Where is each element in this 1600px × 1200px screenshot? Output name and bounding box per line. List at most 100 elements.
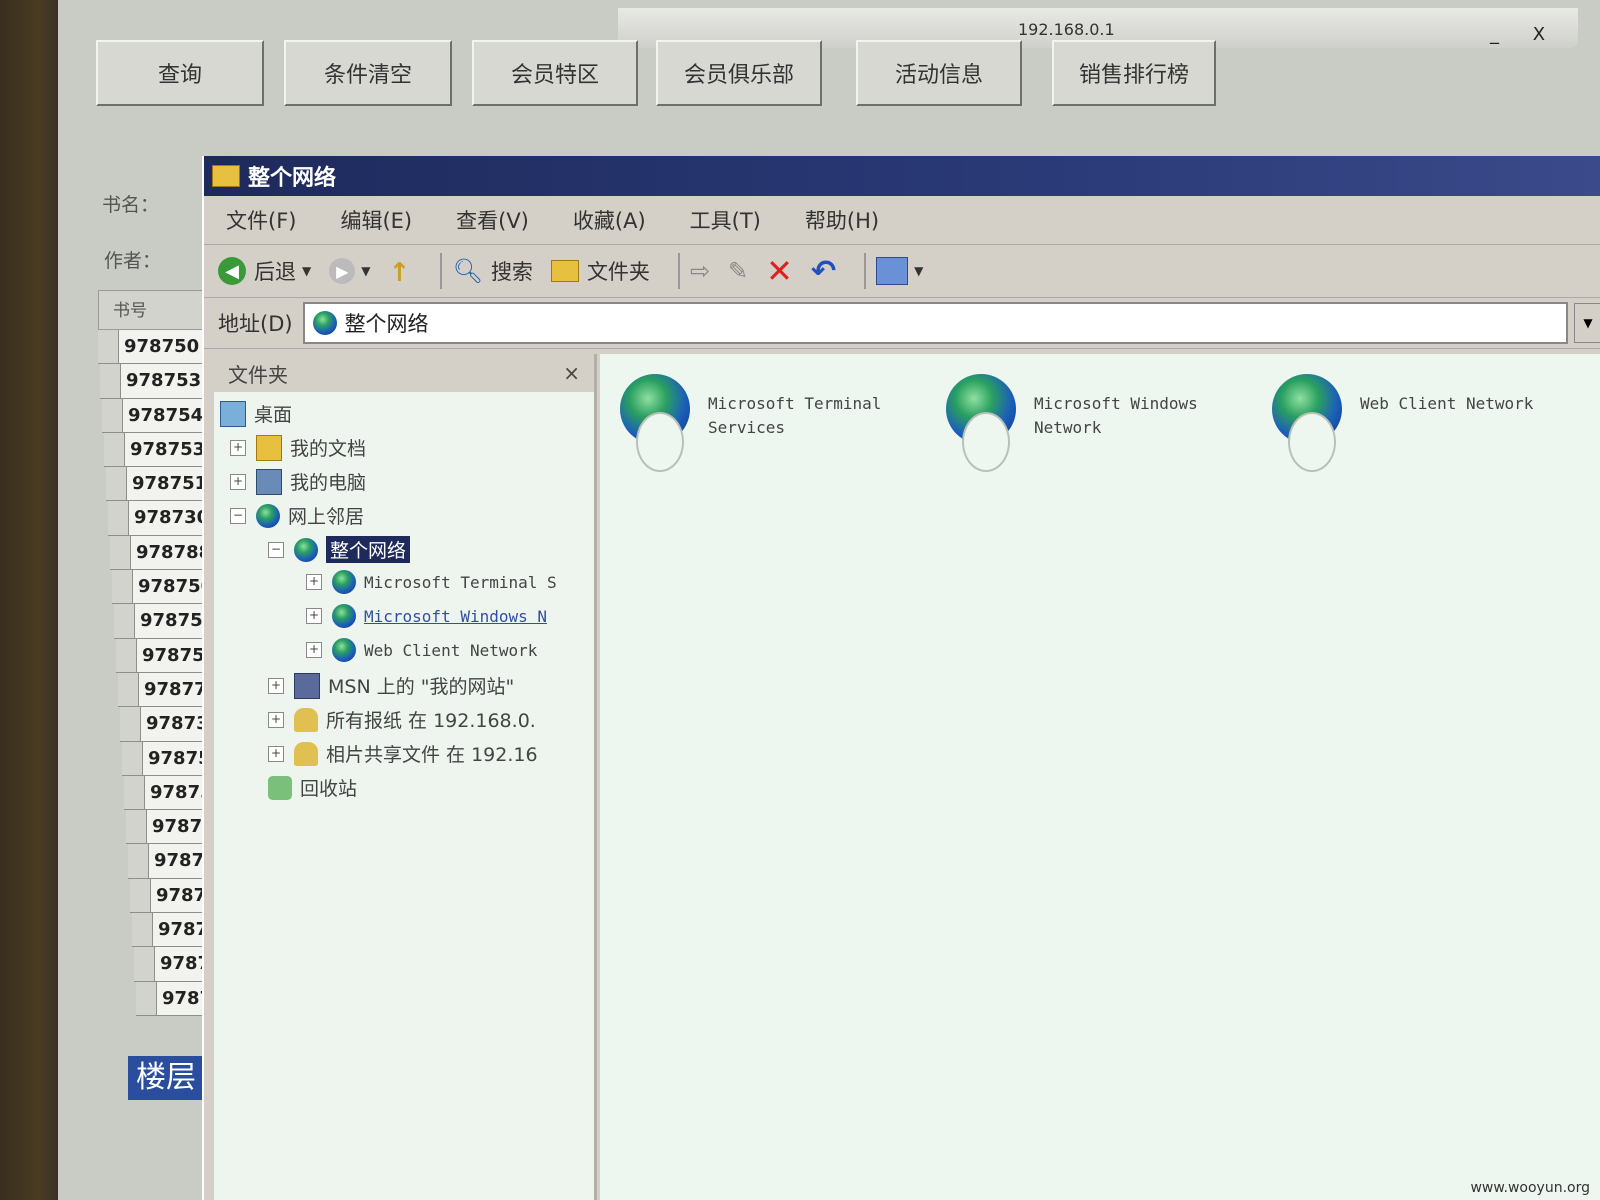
row-header[interactable] — [116, 638, 137, 672]
move-to-icon: ⇨ — [689, 257, 711, 285]
sales-ranking-button[interactable]: 销售排行榜 — [1052, 40, 1216, 106]
expand-icon[interactable]: + — [268, 677, 284, 694]
tree-item-my-documents[interactable]: + 我的文档 — [230, 434, 366, 461]
row-header[interactable] — [104, 432, 125, 467]
menu-favorites[interactable]: 收藏(A) — [573, 205, 646, 235]
row-header[interactable] — [112, 570, 133, 604]
tree-item-network-places[interactable]: − 网上邻居 — [230, 502, 364, 529]
up-button[interactable]: ↑ — [388, 258, 412, 288]
row-header[interactable] — [124, 775, 145, 810]
address-bar: 地址(D) 整个网络 ▼ — [204, 298, 1600, 349]
row-header[interactable] — [128, 844, 149, 878]
tree-item-label: Microsoft Windows N — [364, 606, 548, 626]
row-header[interactable] — [132, 913, 153, 947]
explorer-titlebar[interactable]: 整个网络 — [204, 156, 1600, 196]
back-button[interactable]: ◀ 后退 ▼ — [218, 256, 311, 286]
row-header[interactable] — [130, 878, 151, 913]
network-globe-icon — [312, 311, 337, 335]
row-header[interactable] — [114, 604, 135, 638]
undo-icon: ↶ — [810, 253, 837, 289]
explorer-title: 整个网络 — [248, 166, 337, 191]
query-button[interactable]: 查询 — [96, 40, 264, 106]
content-item-terminal-services[interactable]: Microsoft Terminal Services — [620, 374, 908, 472]
forward-arrow-icon: ▶ — [329, 258, 356, 284]
row-header[interactable] — [106, 467, 127, 501]
chevron-down-icon[interactable]: ▼ — [914, 264, 923, 278]
row-header[interactable] — [100, 364, 121, 398]
tree-item-web-client-network[interactable]: + Web Client Network — [306, 638, 537, 662]
tree-item-entire-network[interactable]: − 整个网络 — [268, 536, 411, 563]
tree-item-label: 所有报纸 在 192.168.0. — [326, 710, 536, 732]
copy-to-icon: ✎ — [728, 257, 749, 285]
book-number-cell: 978751 — [132, 473, 208, 495]
expand-icon[interactable]: + — [268, 745, 284, 762]
shared-folder-icon — [294, 707, 318, 732]
views-button[interactable]: ▼ — [876, 257, 923, 285]
row-header[interactable] — [98, 330, 119, 364]
expand-icon[interactable]: + — [230, 439, 246, 456]
back-arrow-icon: ◀ — [218, 257, 246, 285]
chevron-down-icon[interactable]: ▼ — [302, 264, 311, 278]
tree-item-photo-share[interactable]: + 相片共享文件 在 192.16 — [268, 740, 538, 767]
address-dropdown-button[interactable]: ▼ — [1574, 303, 1600, 343]
content-item-web-client-network[interactable]: Web Client Network — [1272, 374, 1560, 472]
author-label: 作者： — [104, 250, 162, 272]
content-pane: Microsoft Terminal Services Microsoft Wi… — [600, 354, 1600, 1200]
row-header[interactable] — [110, 535, 131, 570]
menu-file[interactable]: 文件(F) — [226, 205, 296, 235]
chevron-down-icon[interactable]: ▼ — [361, 264, 370, 278]
book-name-label: 书名： — [102, 194, 160, 216]
menu-tools[interactable]: 工具(T) — [690, 205, 761, 235]
expand-icon[interactable]: + — [268, 711, 284, 728]
folders-pane-title: 文件夹 — [228, 362, 288, 387]
forward-button[interactable]: ▶ ▼ — [329, 258, 370, 284]
tree-item-msn-sites[interactable]: + MSN 上的 "我的网站" — [268, 672, 514, 699]
expand-icon[interactable]: + — [306, 642, 322, 658]
row-header[interactable] — [122, 741, 143, 775]
tree-item-my-computer[interactable]: + 我的电脑 — [230, 468, 366, 495]
delete-button[interactable]: ✕ — [766, 252, 793, 290]
collapse-icon[interactable]: − — [268, 541, 284, 558]
menu-view[interactable]: 查看(V) — [456, 205, 529, 235]
copy-to-button[interactable]: ✎ — [728, 257, 748, 285]
row-header[interactable] — [108, 501, 129, 535]
bg-window-controls[interactable]: _ X — [1490, 24, 1559, 45]
close-icon[interactable]: × — [563, 361, 580, 385]
recycle-bin-icon — [268, 775, 292, 800]
row-header[interactable] — [102, 398, 123, 432]
row-header[interactable] — [134, 947, 155, 981]
network-places-icon — [256, 503, 280, 528]
undo-button[interactable]: ↶ — [811, 254, 836, 289]
move-to-button[interactable]: ⇨ — [690, 257, 710, 285]
collapse-icon[interactable]: − — [230, 507, 246, 524]
member-club-button[interactable]: 会员俱乐部 — [656, 40, 822, 106]
tree-item-all-newspapers[interactable]: + 所有报纸 在 192.168.0. — [268, 706, 536, 733]
activity-info-button[interactable]: 活动信息 — [856, 40, 1022, 106]
book-number-cell: 978730 — [134, 507, 210, 529]
row-header[interactable] — [136, 981, 157, 1015]
clear-conditions-button[interactable]: 条件清空 — [284, 40, 452, 106]
tree-item-desktop[interactable]: 桌面 — [220, 400, 292, 427]
row-header[interactable] — [120, 707, 141, 741]
tree-item-terminal-services[interactable]: + Microsoft Terminal S — [306, 570, 557, 594]
tree-item-label: Web Client Network — [364, 640, 538, 660]
bg-window-title: 192.168.0.1 — [1018, 20, 1115, 39]
expand-icon[interactable]: + — [306, 574, 322, 590]
row-header[interactable] — [118, 672, 139, 707]
menu-help[interactable]: 帮助(H) — [805, 205, 879, 235]
address-field[interactable]: 整个网络 — [302, 302, 1568, 344]
folders-button[interactable]: 文件夹 — [550, 256, 650, 286]
content-item-windows-network[interactable]: Microsoft Windows Network — [946, 374, 1234, 472]
member-zone-button[interactable]: 会员特区 — [472, 40, 638, 106]
tree-item-label: 我的文档 — [290, 438, 367, 460]
menu-edit[interactable]: 编辑(E) — [340, 205, 412, 235]
expand-icon[interactable]: + — [230, 473, 246, 490]
tree-item-windows-network[interactable]: + Microsoft Windows N — [306, 604, 547, 628]
tree-item-recycle-bin[interactable]: 回收站 — [268, 774, 357, 801]
toolbar-separator — [864, 253, 867, 289]
tree-item-label: 整个网络 — [326, 536, 411, 563]
search-button[interactable]: 🔍︎ 搜索 — [452, 256, 532, 286]
expand-icon[interactable]: + — [306, 608, 322, 624]
row-header[interactable] — [126, 810, 147, 844]
tree-item-label: 回收站 — [300, 778, 358, 800]
